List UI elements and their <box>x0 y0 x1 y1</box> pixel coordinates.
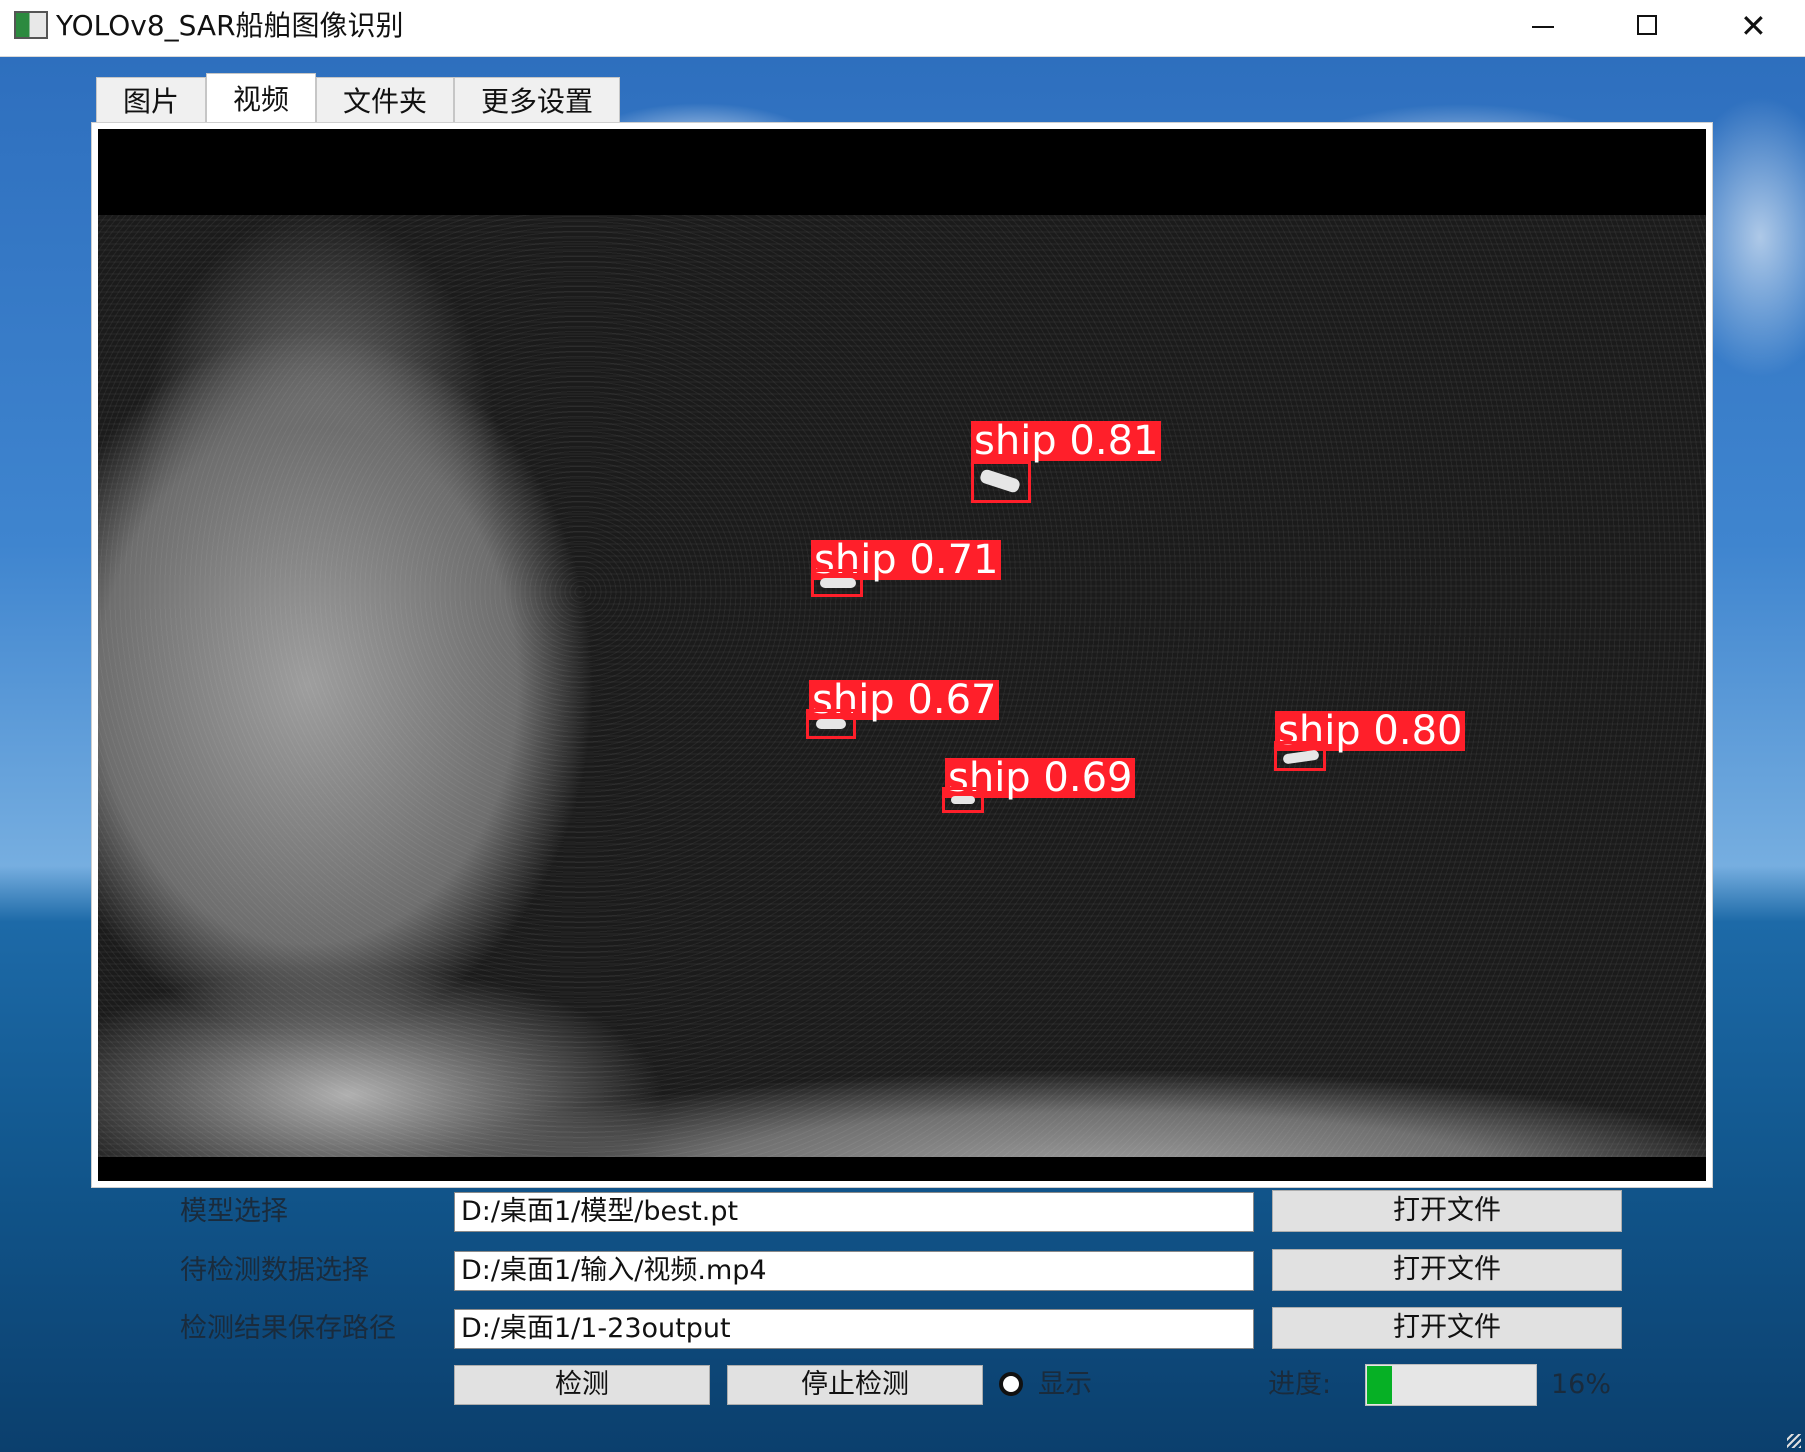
progress-label: 进度: <box>1268 1369 1332 1400</box>
detection-box <box>942 787 984 813</box>
detection-box <box>811 569 863 597</box>
stop-detect-button[interactable]: 停止检测 <box>727 1365 983 1405</box>
close-button[interactable]: ✕ <box>1700 0 1804 56</box>
open-output-button[interactable]: 打开文件 <box>1272 1307 1622 1349</box>
open-input-button[interactable]: 打开文件 <box>1272 1249 1622 1291</box>
maximize-button[interactable] <box>1595 0 1699 56</box>
ship-target <box>1282 749 1320 765</box>
ship-target <box>820 578 856 588</box>
close-icon: ✕ <box>1740 7 1767 45</box>
resize-grip[interactable] <box>1787 1434 1801 1448</box>
tab-bar: 图片 视频 文件夹 更多设置 <box>96 73 621 123</box>
progress-fill <box>1367 1366 1393 1404</box>
detection-viewer: ship 0.81 ship 0.71 ship 0.67 ship 0.80 … <box>98 129 1706 1181</box>
input-select-label: 待检测数据选择 <box>180 1255 369 1286</box>
minimize-button[interactable] <box>1490 0 1594 56</box>
window-title: YOLOv8_SAR船舶图像识别 <box>56 9 404 42</box>
detection-box <box>1274 741 1326 771</box>
progress-bar <box>1365 1364 1537 1406</box>
show-radio-label: 显示 <box>1038 1369 1092 1400</box>
app-icon <box>14 11 48 39</box>
show-radio[interactable] <box>999 1372 1023 1396</box>
detection-box <box>971 461 1031 503</box>
title-bar: YOLOv8_SAR船舶图像识别 ✕ <box>0 0 1805 57</box>
open-model-button[interactable]: 打开文件 <box>1272 1190 1622 1232</box>
tab-more-settings[interactable]: 更多设置 <box>454 77 621 123</box>
model-path-field[interactable]: D:/桌面1/模型/best.pt <box>454 1192 1254 1232</box>
model-select-label: 模型选择 <box>180 1196 288 1227</box>
ship-target <box>951 796 975 804</box>
tab-folder[interactable]: 文件夹 <box>316 77 455 123</box>
image-panel: ship 0.81 ship 0.71 ship 0.67 ship 0.80 … <box>91 122 1713 1188</box>
tab-video[interactable]: 视频 <box>206 73 317 123</box>
minimize-icon <box>1532 26 1554 28</box>
output-path-field[interactable]: D:/桌面1/1-23output <box>454 1309 1254 1349</box>
input-path-field[interactable]: D:/桌面1/输入/视频.mp4 <box>454 1251 1254 1291</box>
ship-target <box>978 468 1022 494</box>
ship-target <box>816 719 846 729</box>
detection-label: ship 0.81 <box>971 421 1162 461</box>
detect-button[interactable]: 检测 <box>454 1365 710 1405</box>
progress-percent: 16% <box>1551 1369 1612 1400</box>
tab-image[interactable]: 图片 <box>96 77 207 123</box>
detection-box <box>806 709 856 739</box>
maximize-icon <box>1637 15 1657 35</box>
output-path-label: 检测结果保存路径 <box>180 1313 396 1344</box>
